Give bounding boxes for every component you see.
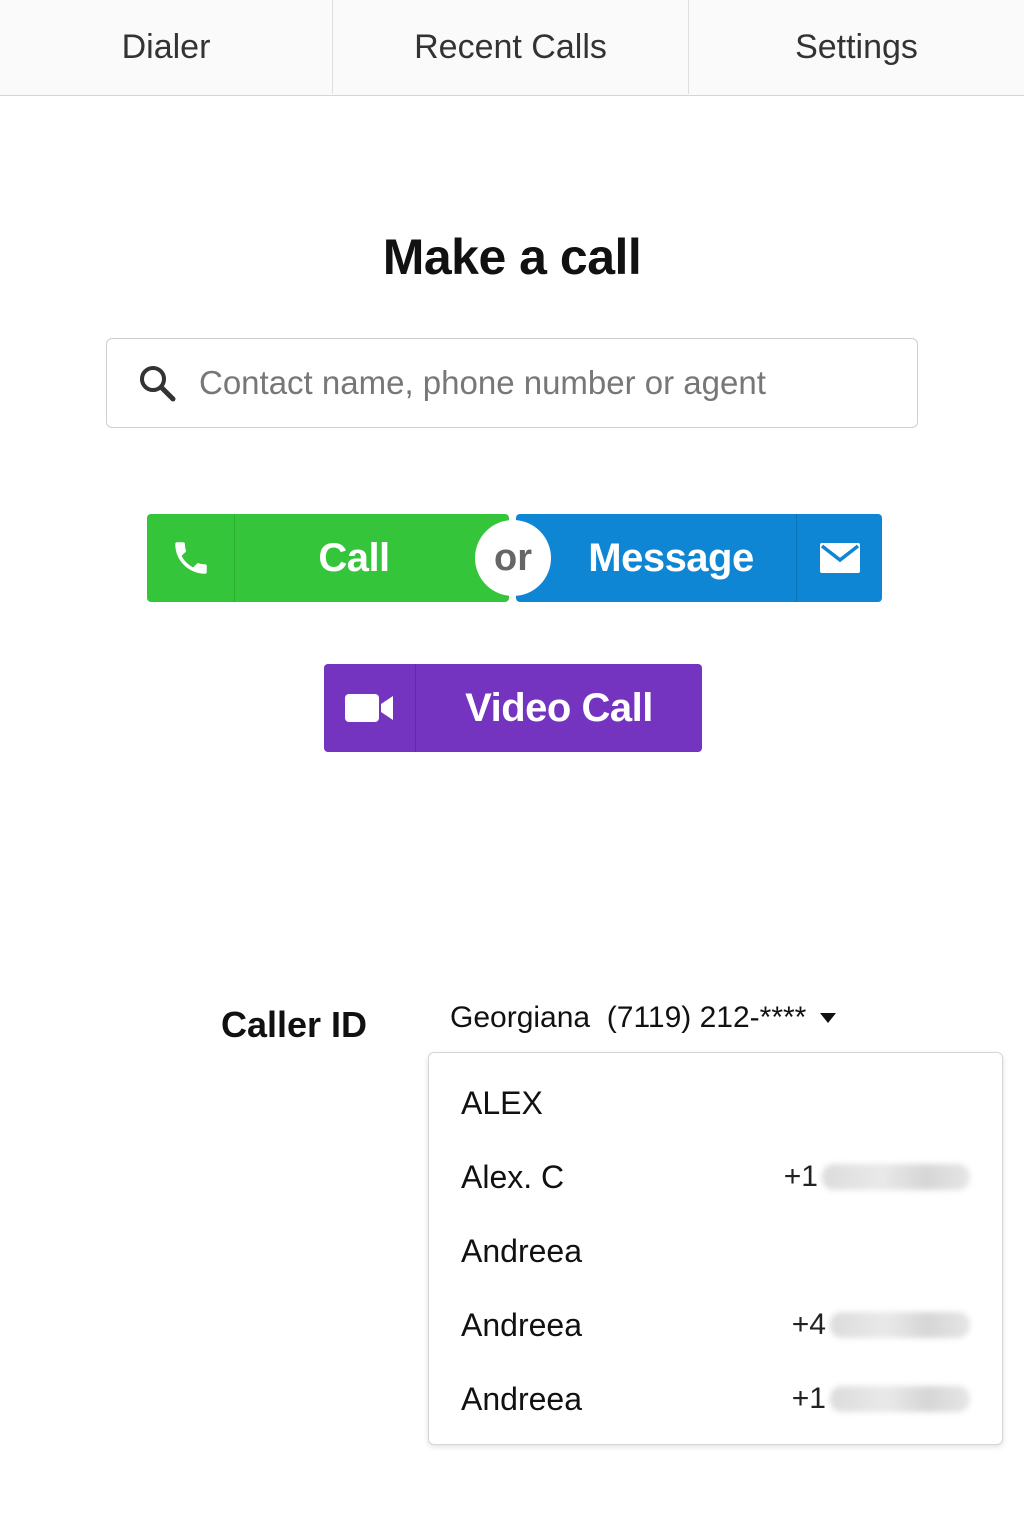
or-separator: or bbox=[475, 520, 551, 596]
option-number-prefix: +1 bbox=[791, 1382, 826, 1415]
option-name: Alex. C bbox=[461, 1158, 565, 1195]
search-icon bbox=[137, 363, 177, 403]
option-name: Andreea bbox=[461, 1380, 582, 1417]
envelope-icon bbox=[796, 514, 882, 602]
caller-id-dropdown: ALEX Alex. C +1 Andreea Andreea +4 Andre… bbox=[428, 1052, 1003, 1445]
option-number: +1 bbox=[792, 1382, 970, 1416]
page-title: Make a call bbox=[382, 229, 642, 285]
option-number: +4 bbox=[792, 1308, 970, 1342]
option-name: ALEX bbox=[461, 1084, 543, 1121]
top-tab-bar: Dialer Recent Calls Settings bbox=[0, 0, 1024, 96]
caller-id-select[interactable]: Georgiana (7119) 212-**** bbox=[450, 996, 837, 1040]
redacted-number bbox=[830, 1386, 970, 1412]
contact-search-input[interactable] bbox=[199, 364, 889, 402]
option-number-prefix: +1 bbox=[783, 1160, 818, 1193]
video-call-button-label: Video Call bbox=[465, 685, 653, 730]
tab-dialer[interactable]: Dialer bbox=[0, 0, 332, 94]
caller-id-label: Caller ID bbox=[221, 1004, 368, 1045]
caller-id-option[interactable]: Alex. C +1 bbox=[429, 1147, 1002, 1207]
redacted-number bbox=[822, 1164, 970, 1190]
caller-id-option[interactable]: Andreea +1 bbox=[429, 1369, 1002, 1429]
option-number: +1 bbox=[784, 1160, 970, 1194]
message-button[interactable]: Message bbox=[516, 514, 882, 602]
video-call-button[interactable]: Video Call bbox=[324, 664, 702, 752]
message-button-label: Message bbox=[588, 535, 754, 580]
call-button[interactable]: Call bbox=[147, 514, 509, 602]
redacted-number bbox=[830, 1312, 970, 1338]
caller-id-option[interactable]: Andreea +4 bbox=[429, 1295, 1002, 1355]
caller-id-option[interactable]: Andreea bbox=[429, 1221, 1002, 1281]
option-number-prefix: +4 bbox=[791, 1308, 826, 1341]
video-camera-icon bbox=[324, 664, 416, 752]
caller-id-option[interactable]: ALEX bbox=[429, 1073, 1002, 1133]
tab-recent-calls[interactable]: Recent Calls bbox=[332, 0, 688, 94]
phone-icon bbox=[147, 514, 235, 602]
option-name: Andreea bbox=[461, 1232, 582, 1269]
option-name: Andreea bbox=[461, 1306, 582, 1343]
caller-id-selected-value: Georgiana (7119) 212-**** bbox=[450, 1001, 807, 1034]
caret-down-icon bbox=[820, 1013, 837, 1023]
tab-settings[interactable]: Settings bbox=[688, 0, 1024, 94]
call-button-label: Call bbox=[318, 535, 390, 580]
contact-search-box[interactable] bbox=[106, 338, 918, 428]
